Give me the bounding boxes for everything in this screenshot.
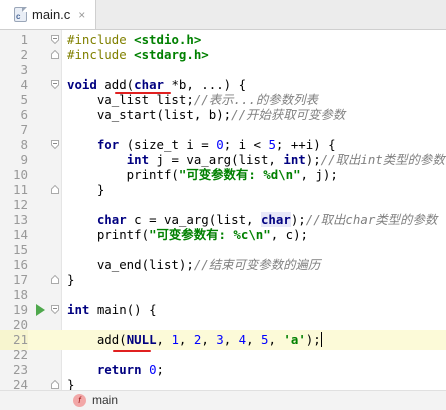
tab-label: main.c: [32, 7, 71, 22]
fold-end-icon[interactable]: [51, 275, 59, 284]
fold-end-icon[interactable]: [51, 50, 59, 59]
tab-main-c[interactable]: c main.c ×: [0, 0, 96, 29]
tab-close-icon[interactable]: ×: [78, 8, 85, 22]
fold-end-icon[interactable]: [51, 380, 59, 389]
editor-tab-bar: c main.c ×: [0, 0, 446, 30]
fold-start-icon[interactable]: [51, 305, 59, 314]
fold-start-icon[interactable]: [51, 35, 59, 44]
fold-start-icon[interactable]: [51, 80, 59, 89]
fold-end-icon[interactable]: [51, 185, 59, 194]
char-param-underline: [115, 92, 171, 94]
c-file-icon: c: [14, 7, 27, 22]
code-editor[interactable]: 1 #include <stdio.h> 2 #include <stdarg.…: [0, 30, 446, 392]
fold-start-icon[interactable]: [51, 140, 59, 149]
breadcrumb-bar: f main: [0, 390, 446, 410]
breadcrumb-function[interactable]: main: [92, 393, 118, 407]
function-icon: f: [73, 394, 86, 407]
null-arg-underline: [113, 350, 151, 352]
